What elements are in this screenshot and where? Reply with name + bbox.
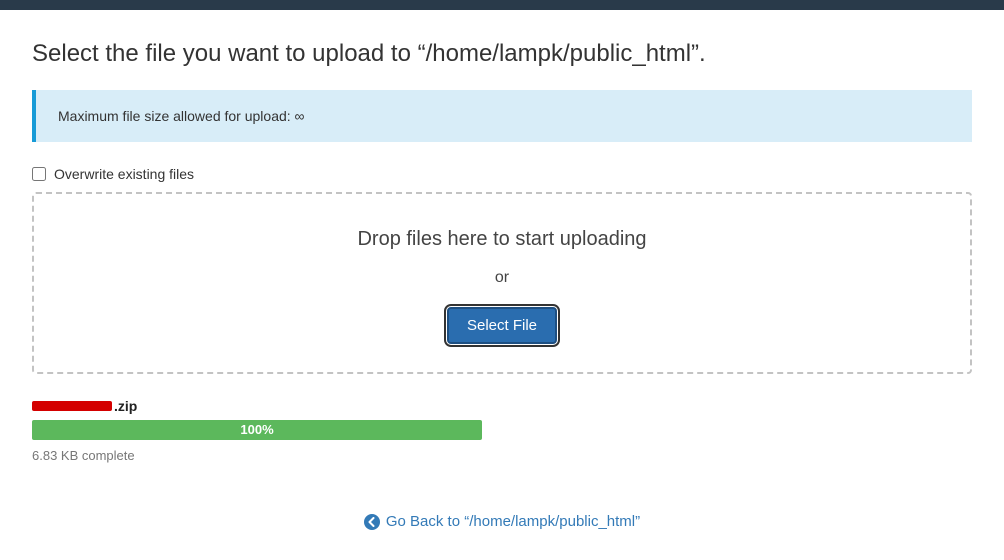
max-size-label: Maximum file size allowed for upload: [58,108,295,124]
filename-suffix: .zip [114,398,137,414]
go-back-row: Go Back to “/home/lampk/public_html” [32,513,972,532]
go-back-link[interactable]: Go Back to “/home/lampk/public_html” [364,513,640,530]
overwrite-row: Overwrite existing files [32,166,972,182]
go-back-path: “/home/lampk/public_html” [464,513,640,530]
progress-bar: 100% [32,420,482,440]
go-back-text: Go Back to “/home/lampk/public_html” [386,513,640,530]
go-back-prefix: Go Back to [386,513,464,530]
arrow-left-circle-icon [364,514,380,530]
upload-filename: .zip [32,398,482,414]
top-bar [0,0,1004,10]
overwrite-checkbox[interactable] [32,167,46,181]
upload-item: .zip 100% 6.83 KB complete [32,398,482,463]
dropzone-title: Drop files here to start uploading [54,228,950,251]
redacted-filename [32,401,112,411]
dropzone[interactable]: Drop files here to start uploading or Se… [32,192,972,374]
main-content: Select the file you want to upload to “/… [0,10,1004,552]
complete-text: 6.83 KB complete [32,448,482,463]
max-size-value: ∞ [295,108,305,124]
title-prefix: Select the file you want to upload to [32,40,418,67]
info-box: Maximum file size allowed for upload: ∞ [32,90,972,142]
overwrite-label[interactable]: Overwrite existing files [54,166,194,182]
upload-path: “/home/lampk/public_html”. [418,40,706,67]
page-title: Select the file you want to upload to “/… [32,40,972,68]
select-file-button[interactable]: Select File [447,307,557,344]
dropzone-or: or [54,269,950,287]
